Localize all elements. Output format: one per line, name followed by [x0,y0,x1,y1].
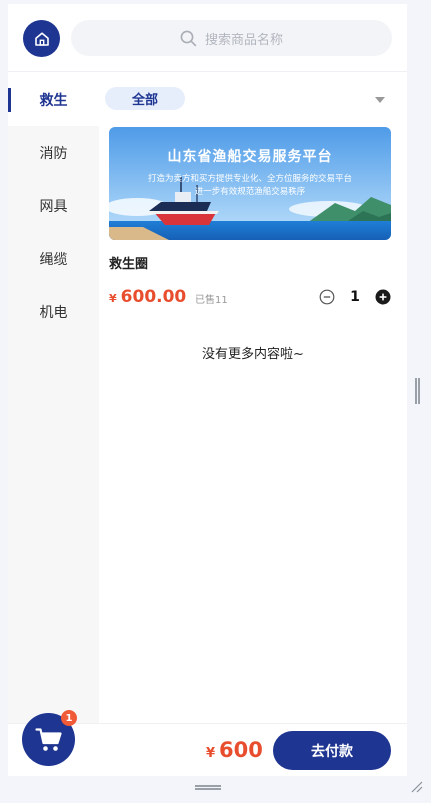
banner-title: 山东省渔船交易服务平台 [167,149,333,165]
cart-icon [34,727,62,751]
home-button[interactable] [23,20,60,57]
plus-button[interactable] [375,289,391,305]
sidebar-item-label: 救生 [39,92,68,109]
plus-icon [375,289,391,305]
product-price: ¥600.00 [109,287,186,307]
app-window: 搜索商品名称 救生 消防 网具 绳缆 机电 全部 山东省渔船交易服务平台 打造为… [8,4,407,776]
search-input[interactable]: 搜索商品名称 [71,20,392,56]
side-resize-handle[interactable] [415,378,420,404]
end-of-list-text: 没有更多内容啦~ [202,347,304,362]
sidebar-item-electromechanical[interactable]: 机电 [8,285,99,338]
search-placeholder: 搜索商品名称 [204,32,283,48]
sidebar-item-label: 网具 [39,198,68,215]
total-price: ¥600 [206,738,263,762]
quantity-stepper: 1 [319,286,391,308]
pay-button-label: 去付款 [311,743,353,760]
header: 搜索商品名称 [8,4,407,72]
dropdown-arrow-icon[interactable] [375,97,385,103]
product-list: 全部 山东省渔船交易服务平台 打造为卖方和买方提供专业化、全方位服务的交易平台 … [99,73,407,723]
category-sidebar: 救生 消防 网具 绳缆 机电 [8,73,99,723]
price-row: ¥600.00 已售11 1 [109,285,391,309]
product-name[interactable]: 救生圈 [109,253,148,272]
currency-symbol: ¥ [109,292,117,305]
currency-symbol: ¥ [206,746,216,761]
minus-button[interactable] [319,289,335,305]
quantity-value[interactable]: 1 [335,289,375,305]
sold-count: 已售11 [195,295,228,306]
search-icon [180,30,197,46]
pay-button[interactable]: 去付款 [273,731,391,770]
sidebar-item-label: 绳缆 [39,251,68,268]
resize-grip-icon[interactable] [411,781,423,793]
filter-chip-label: 全部 [131,93,158,108]
minus-icon [319,289,335,305]
total-value: 600 [219,738,263,762]
sidebar-item-lifesaving[interactable]: 救生 [8,73,99,126]
sidebar-item-nets[interactable]: 网具 [8,179,99,232]
sidebar-item-label: 消防 [39,145,68,162]
sidebar-item-label: 机电 [39,304,68,321]
home-icon [34,31,49,46]
price-value: 600.00 [120,287,187,307]
banner-subtitle: 打造为卖方和买方提供专业化、全方位服务的交易平台 [147,174,352,184]
filter-chip-all[interactable]: 全部 [105,87,185,110]
cart-count-badge: 1 [61,710,77,726]
banner-subtitle: 进一步有效规范渔船交易秩序 [194,187,306,197]
product-image[interactable]: 山东省渔船交易服务平台 打造为卖方和买方提供专业化、全方位服务的交易平台 进一步… [109,127,391,240]
sidebar-item-firefighting[interactable]: 消防 [8,126,99,179]
bottom-resize-handle[interactable] [195,785,221,790]
sidebar-item-ropes[interactable]: 绳缆 [8,232,99,285]
